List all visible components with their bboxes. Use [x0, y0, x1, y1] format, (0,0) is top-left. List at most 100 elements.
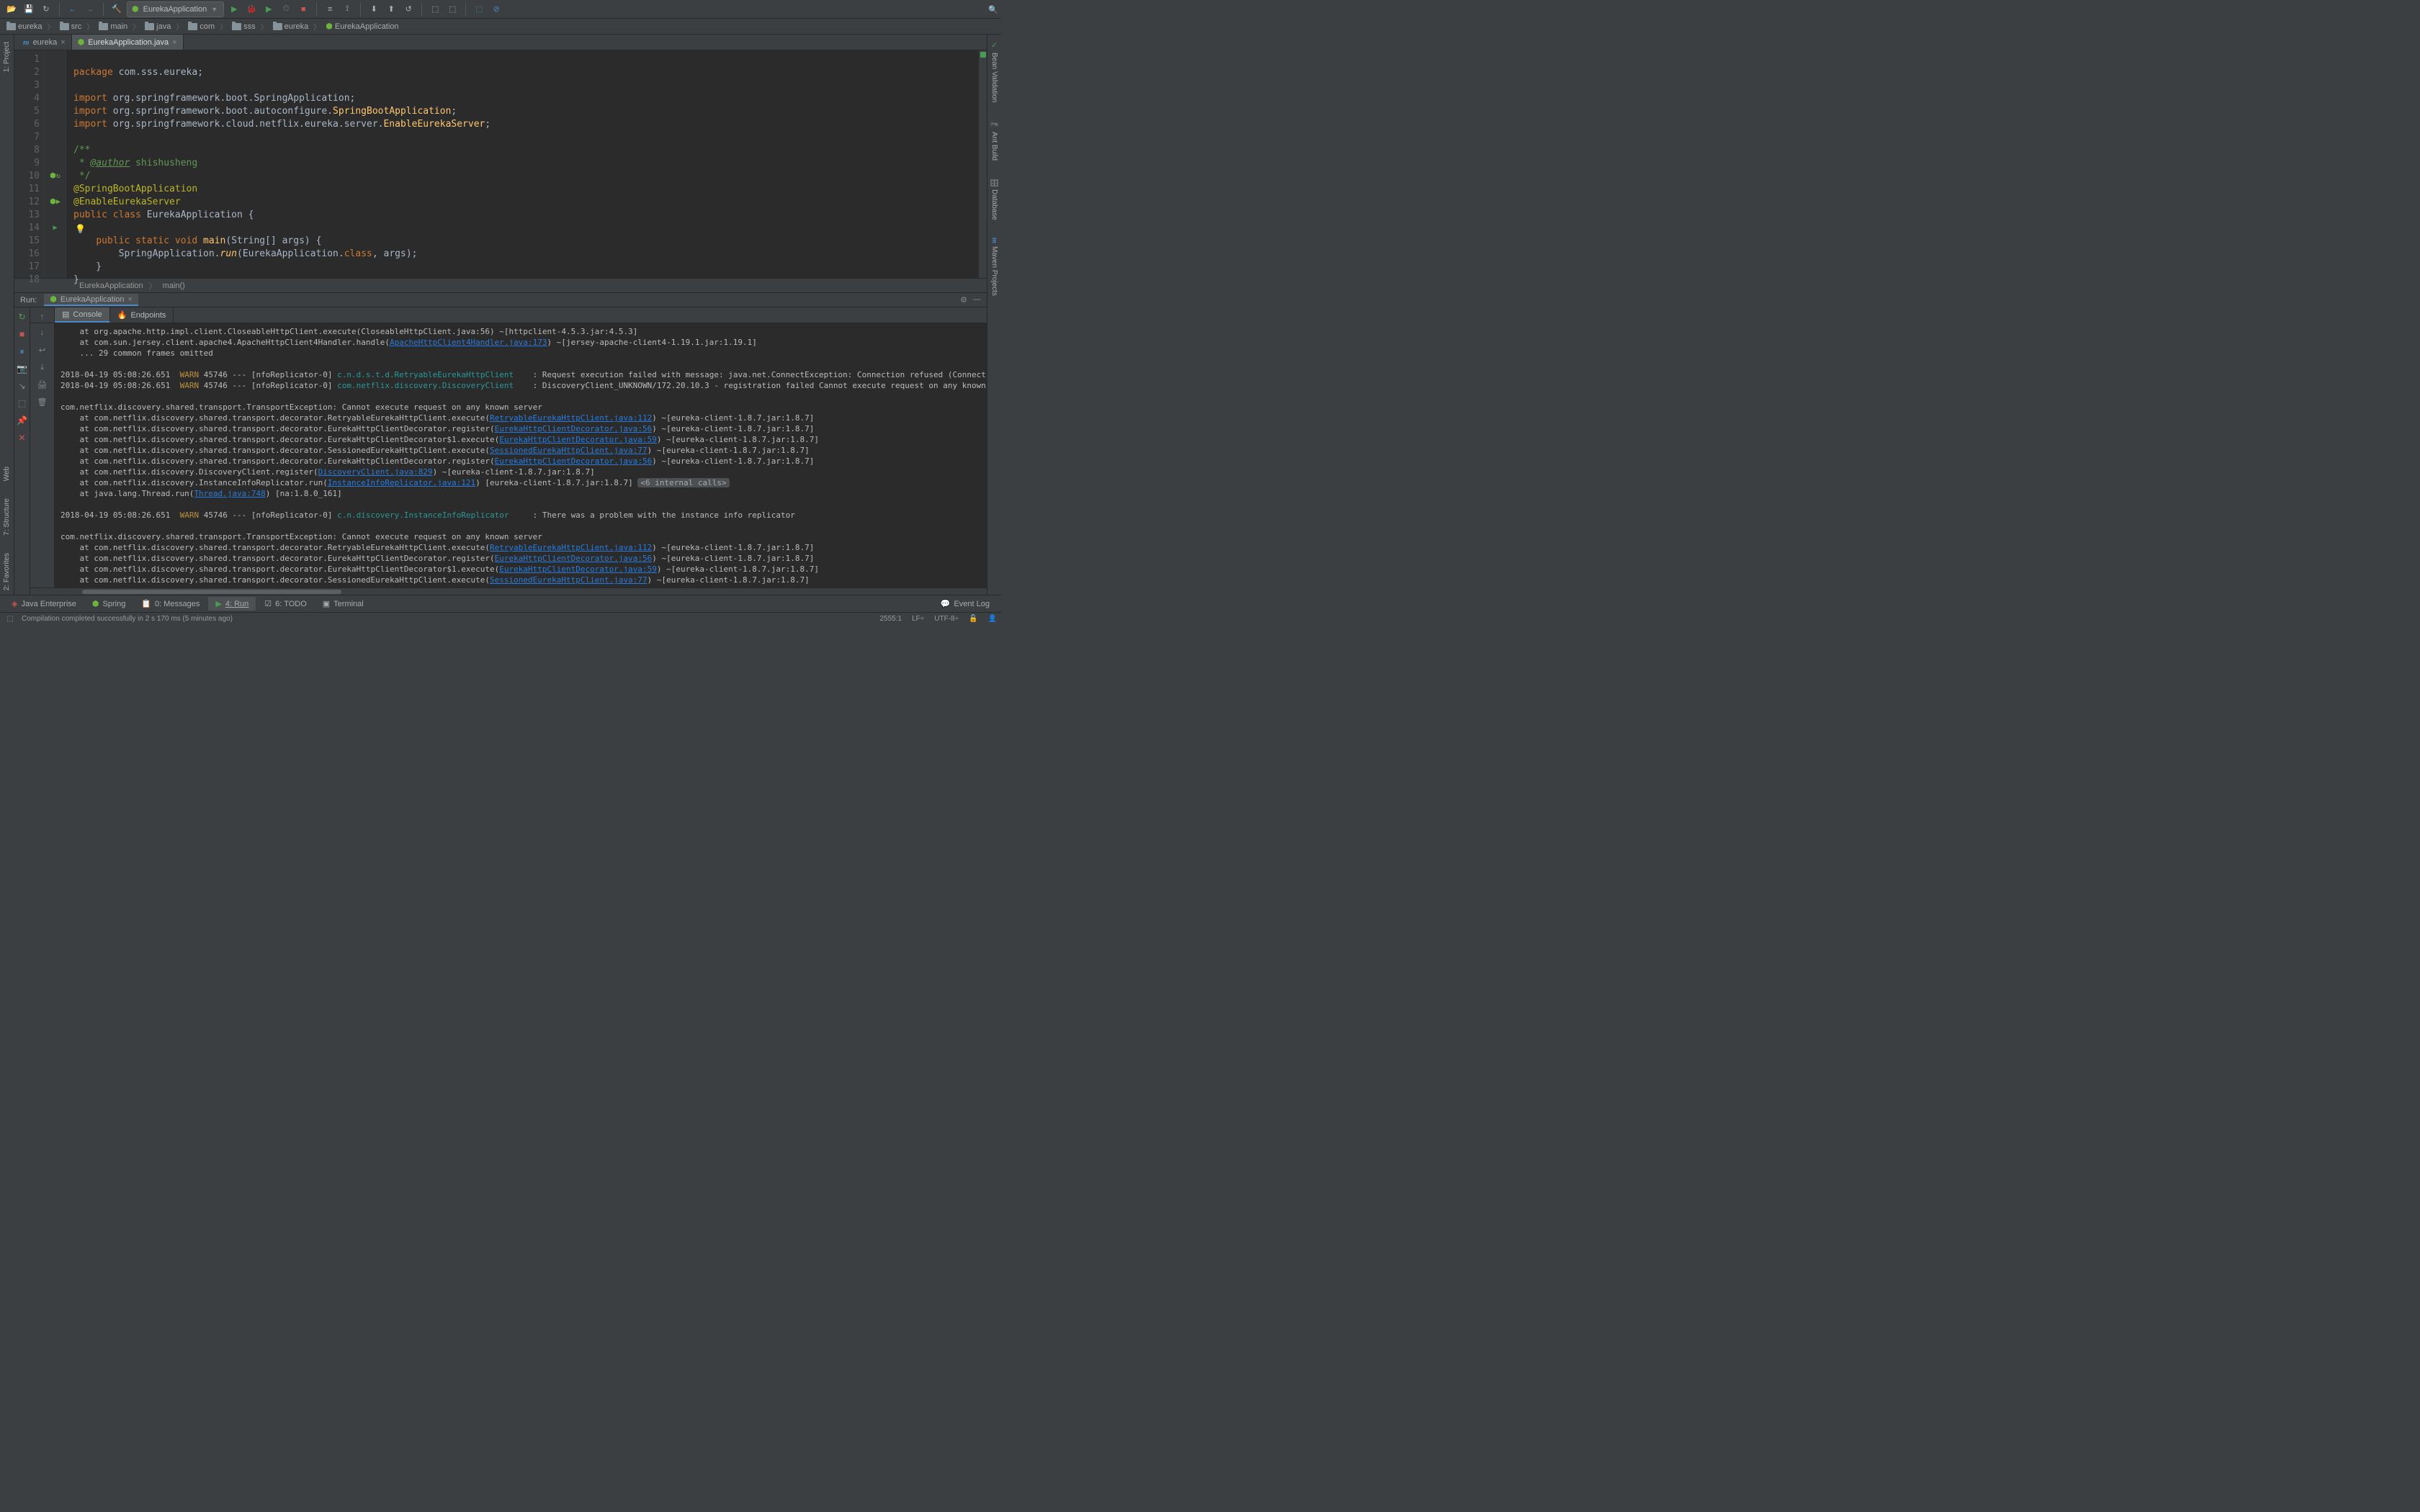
lock-icon[interactable]: 🔓 — [969, 615, 977, 623]
favorites-tool-tab[interactable]: 2: Favorites — [1, 549, 12, 595]
bc-method[interactable]: main() — [163, 282, 185, 290]
rerun-icon[interactable]: ↻ — [16, 310, 29, 323]
make-icon[interactable]: 🔨 — [109, 2, 124, 17]
scroll-icon[interactable]: ⤓ — [36, 361, 49, 374]
up-icon[interactable]: ↑ — [36, 310, 49, 323]
breadcrumb-item[interactable]: eureka — [271, 22, 311, 31]
print-icon[interactable]: 🖨 — [36, 378, 49, 391]
undo-icon[interactable]: ← — [66, 2, 80, 17]
project-tool-tab[interactable]: 1: Project — [1, 37, 12, 76]
tool-icon[interactable]: ≡ — [323, 2, 337, 17]
stop-icon[interactable]: ■ — [296, 2, 310, 17]
scrollbar-thumb[interactable] — [82, 590, 341, 594]
todo-tab[interactable]: ☑6: TODO — [257, 597, 313, 611]
console-output[interactable]: at org.apache.http.impl.client.Closeable… — [55, 323, 987, 588]
web-tool-tab[interactable]: Web — [1, 462, 12, 485]
java-ee-tab[interactable]: ◈Java Enterprise — [4, 597, 84, 611]
endpoints-tab[interactable]: 🔥 Endpoints — [110, 307, 174, 323]
tool-icon[interactable]: ⊘ — [489, 2, 503, 17]
separator — [421, 3, 422, 16]
tool-icon[interactable]: ⬚ — [472, 2, 486, 17]
dump-icon[interactable]: 📷 — [16, 362, 29, 375]
main-content: 1: Project Web 7: Structure 2: Favorites… — [0, 35, 1001, 595]
code-content[interactable]: package com.sss.eureka; import org.sprin… — [66, 50, 978, 278]
vcs-icon[interactable]: ⬇ — [367, 2, 381, 17]
main-toolbar: 📂 💾 ↻ ← → 🔨 ⬢ EurekaApplication ▼ ▶ 🐞 ▶ … — [0, 0, 1001, 19]
tool-icon[interactable]: ⬚ — [445, 2, 460, 17]
code-editor[interactable]: 123 456 789 101112 131415 161718 ⬢↻ ⬢▶ ▶… — [14, 50, 987, 278]
maven-icon: m — [23, 38, 30, 47]
close-icon[interactable]: ✕ — [16, 431, 29, 444]
sync-icon[interactable]: ↻ — [39, 2, 53, 17]
terminal-icon: ▤ — [62, 310, 69, 319]
save-icon[interactable]: 💾 — [22, 2, 36, 17]
vcs-icon[interactable]: ⬆ — [384, 2, 398, 17]
down-icon[interactable]: ↓ — [36, 326, 49, 339]
structure-tool-tab[interactable]: 7: Structure — [1, 494, 12, 540]
spring-marker-icon[interactable]: ⬢↻ — [50, 170, 60, 183]
breadcrumb-item[interactable]: src — [58, 22, 84, 31]
tool-icon[interactable]: ⬚ — [428, 2, 442, 17]
vcs-icon[interactable]: ↺ — [401, 2, 416, 17]
console-tab[interactable]: ▤ Console — [55, 307, 110, 323]
minimize-icon[interactable]: — — [973, 295, 981, 305]
maven-tab[interactable]: mMaven Projects — [989, 233, 1000, 300]
messages-tab[interactable]: 📋0: Messages — [134, 597, 207, 611]
layout-icon[interactable]: ⬚ — [16, 397, 29, 410]
coverage-icon[interactable]: ▶ — [261, 2, 276, 17]
clear-icon[interactable]: 🗑 — [36, 395, 49, 408]
tool-icon[interactable]: ⟟ — [340, 2, 354, 17]
database-tab[interactable]: 🗄Database — [989, 174, 1000, 225]
run-header: Run: ⬢ EurekaApplication × ⚙ — — [14, 293, 987, 307]
run-icon[interactable]: ▶ — [227, 2, 241, 17]
breadcrumb-item[interactable]: java — [143, 22, 173, 31]
folder-icon — [145, 23, 154, 30]
run-tab[interactable]: ▶4: Run — [208, 597, 256, 611]
right-tool-gutter: ✓Bean Validation 🐜Ant Build 🗄Database mM… — [987, 35, 1001, 595]
separator — [316, 3, 317, 16]
hector-icon[interactable]: 👤 — [988, 615, 997, 623]
cursor-position[interactable]: 2555:1 — [880, 615, 902, 623]
close-icon[interactable]: × — [128, 295, 133, 304]
horizontal-scrollbar[interactable] — [30, 588, 987, 595]
editor-tab[interactable]: ⬢ EurekaApplication.java × — [72, 35, 184, 50]
bc-class[interactable]: EurekaApplication — [79, 282, 143, 290]
wrap-icon[interactable]: ↩ — [36, 343, 49, 356]
run-config-selector[interactable]: ⬢ EurekaApplication ▼ — [127, 1, 224, 17]
run-tab[interactable]: ⬢ EurekaApplication × — [44, 294, 138, 306]
encoding[interactable]: UTF-8÷ — [934, 615, 959, 623]
close-icon[interactable]: × — [60, 38, 65, 47]
stop-icon[interactable]: ■ — [16, 328, 29, 341]
ant-build-tab[interactable]: 🐜Ant Build — [989, 115, 1000, 164]
event-log-tab[interactable]: 💬Event Log — [933, 597, 997, 611]
tool-windows-icon[interactable]: ⬚ — [4, 614, 16, 624]
inspection-ok-icon — [980, 52, 986, 58]
pin-icon[interactable]: 📌 — [16, 414, 29, 427]
breadcrumb-item[interactable]: eureka — [4, 22, 45, 31]
line-ending[interactable]: LF÷ — [912, 615, 924, 623]
profile-icon[interactable]: ⏱ — [279, 2, 293, 17]
redo-icon[interactable]: → — [83, 2, 97, 17]
spring-tab[interactable]: ⬢Spring — [85, 597, 133, 611]
debug-icon[interactable]: 🐞 — [244, 2, 259, 17]
separator — [103, 3, 104, 16]
editor-tab[interactable]: m eureka × — [17, 35, 72, 50]
close-icon[interactable]: × — [172, 38, 176, 47]
pause-icon[interactable]: ⏸ — [16, 345, 29, 358]
separator — [360, 3, 361, 16]
intention-bulb-icon[interactable]: 💡 — [75, 224, 86, 234]
run-gutter-icon[interactable]: ⬢▶ — [50, 196, 60, 209]
terminal-tab[interactable]: ▣Terminal — [315, 597, 371, 611]
breadcrumb-item[interactable]: main — [97, 22, 130, 31]
breadcrumb-item[interactable]: sss — [230, 22, 258, 31]
run-gutter-icon[interactable]: ▶ — [53, 222, 57, 235]
gear-icon[interactable]: ⚙ — [960, 295, 967, 305]
search-everywhere-icon[interactable]: 🔍 — [985, 0, 1001, 19]
breadcrumb-item[interactable]: ⬢EurekaApplication — [323, 22, 400, 31]
bean-validation-tab[interactable]: ✓Bean Validation — [989, 37, 1000, 107]
editor-marker-strip[interactable] — [978, 50, 987, 278]
exit-icon[interactable]: ↘ — [16, 379, 29, 392]
open-icon[interactable]: 📂 — [4, 2, 19, 17]
breadcrumb-item[interactable]: com — [186, 22, 217, 31]
run-title: Run: — [20, 296, 37, 305]
